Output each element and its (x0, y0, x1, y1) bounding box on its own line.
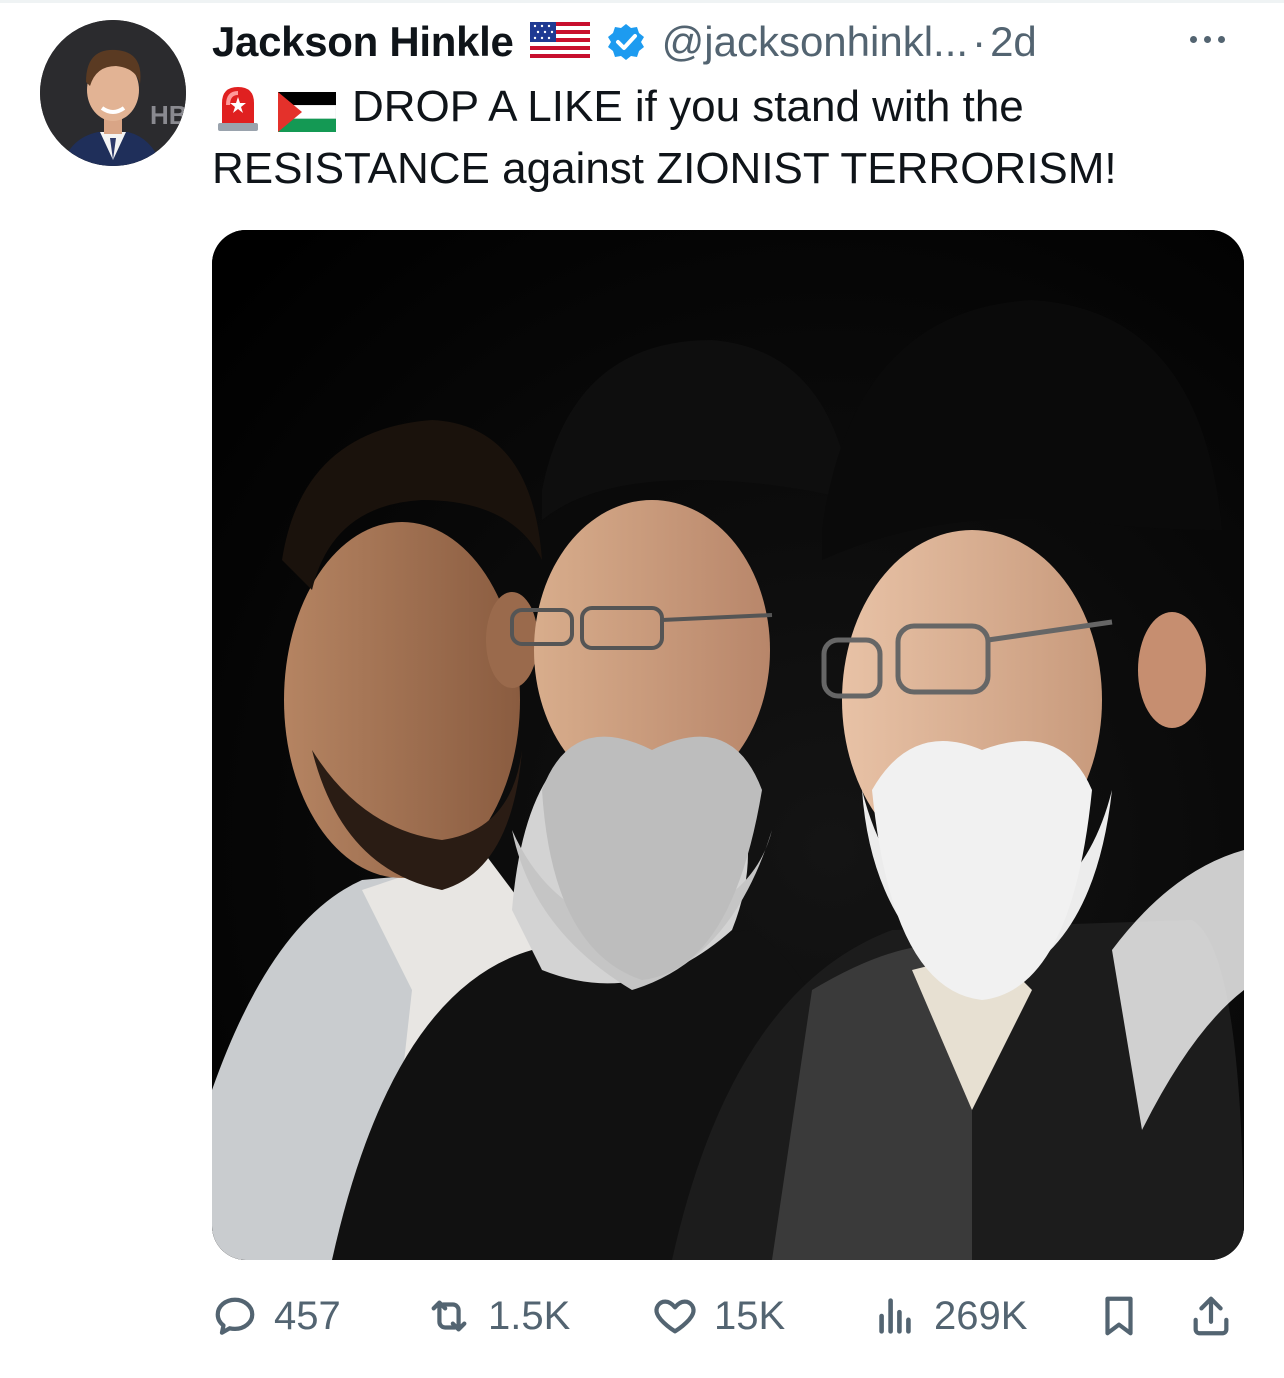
palestine-flag-icon (277, 87, 337, 132)
views-chart-icon (879, 1298, 911, 1334)
bookmark-icon (1105, 1296, 1133, 1336)
reply-button[interactable]: 457 (212, 1284, 341, 1348)
like-button[interactable]: 15K (652, 1284, 785, 1348)
tweet-text-line-2: RESISTANCE against ZIONIST TERRORISM! (212, 144, 1117, 193)
reply-icon (215, 1297, 255, 1335)
tweet-media-image[interactable] (212, 230, 1244, 1260)
bookmark-button[interactable] (1096, 1284, 1158, 1348)
avatar-badge-text: HB (150, 100, 186, 130)
tweet-text: DROP A LIKE if you stand with the RESIST… (212, 76, 1252, 200)
views-button[interactable]: 269K (872, 1284, 1027, 1348)
view-count: 269K (934, 1293, 1028, 1338)
verified-badge-icon[interactable] (606, 22, 646, 62)
author-name[interactable]: Jackson Hinkle (212, 18, 514, 66)
share-button[interactable] (1188, 1284, 1250, 1348)
us-flag-icon (529, 22, 590, 62)
heart-icon (654, 1299, 696, 1334)
repost-count: 1.5K (488, 1293, 571, 1338)
tweet-timestamp[interactable]: 2d (990, 18, 1037, 66)
avatar[interactable]: HB (40, 20, 186, 166)
author-handle[interactable]: @jacksonhinkl... (662, 18, 968, 66)
share-icon (1193, 1296, 1229, 1336)
like-count: 15K (714, 1293, 786, 1338)
tweet-action-bar: 457 1.5K 15K 269K (212, 1284, 1252, 1348)
reply-count: 457 (274, 1293, 341, 1338)
separator-dot: · (972, 18, 987, 65)
repost-button[interactable]: 1.5K (426, 1284, 570, 1348)
tweet-header: Jackson Hinkle @jacksonhinkl... · 2d (212, 14, 1037, 70)
rotating-light-icon (212, 81, 264, 133)
media-photo (212, 230, 1244, 1260)
repost-icon (431, 1300, 467, 1332)
more-options-icon[interactable] (1190, 26, 1242, 52)
top-divider (0, 0, 1284, 3)
tweet-text-line-1: DROP A LIKE if you stand with the (352, 82, 1024, 131)
avatar-photo: HB (40, 20, 186, 166)
